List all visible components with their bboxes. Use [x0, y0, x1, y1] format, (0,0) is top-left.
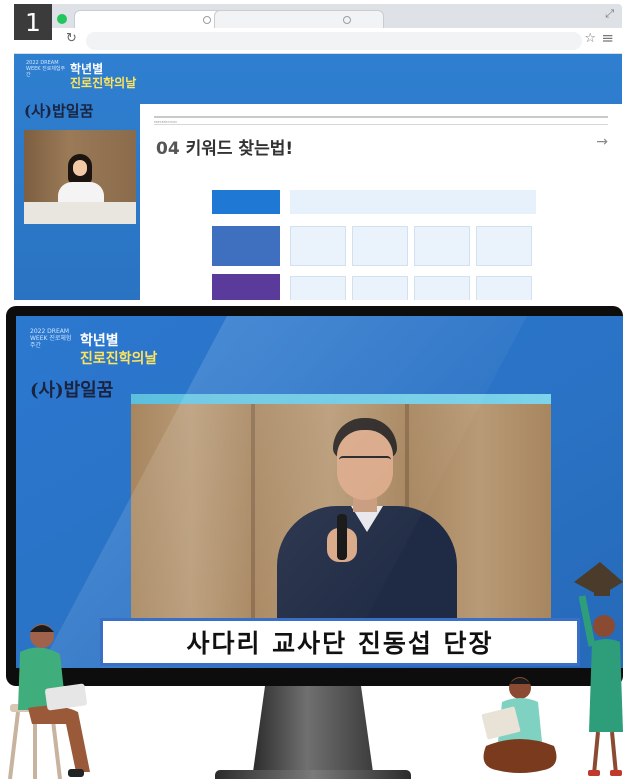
- diagram-cell: [414, 276, 470, 300]
- event-brand: 2022 DREAM WEEK 진로체험주간 학년별 진로진학의날: [30, 328, 180, 374]
- slide-title-text: 키워드 찾는법!: [185, 139, 294, 159]
- diagram-cell: [476, 226, 532, 266]
- event-title-line1: 학년별: [80, 333, 119, 349]
- diagram-box: [212, 274, 280, 300]
- diagram-cell: [352, 226, 408, 266]
- org-name: (사)밥일꿈: [30, 380, 114, 401]
- camera-desk: [24, 202, 136, 224]
- monitor-base: [215, 770, 411, 779]
- expand-icon[interactable]: ⤢: [605, 7, 614, 21]
- step-number-badge: 1: [14, 4, 52, 40]
- browser-window: ⤢ ↻ ☆ ≡ 2022 DREAM WEEK 진로체험주간 학년별 진로진학의…: [14, 4, 622, 300]
- diagram-cell: [352, 276, 408, 300]
- illustration: ⤢ ↻ ☆ ≡ 2022 DREAM WEEK 진로체험주간 학년별 진로진학의…: [0, 0, 623, 779]
- star-icon[interactable]: ☆: [584, 31, 596, 46]
- event-title-line2: 진로진학의날: [80, 351, 158, 367]
- arrow-right-icon: →: [596, 134, 608, 150]
- browser-tab-active[interactable]: [74, 10, 224, 28]
- tab-close-icon[interactable]: [203, 16, 211, 24]
- event-logo: 2022 DREAM WEEK 진로체험주간: [26, 60, 66, 78]
- diagram-cell: [290, 276, 346, 300]
- diagram-box: [212, 226, 280, 266]
- presenter-camera: [24, 130, 136, 224]
- presentation-slide: PRESENTATION 04 키워드 찾는법! →: [140, 104, 622, 300]
- graduate-figure: [574, 562, 623, 776]
- status-dot: [57, 14, 67, 24]
- caption-text: 사다리 교사단 진동섭 단장: [186, 629, 494, 658]
- diagram-cell: [414, 226, 470, 266]
- tab-strip: ⤢: [14, 4, 622, 28]
- person-reading-figure: [481, 677, 557, 773]
- slide-number: 04: [156, 139, 180, 159]
- person-with-laptop-figure: [8, 624, 90, 779]
- event-title-line2: 진로진학의날: [70, 76, 137, 90]
- speaker-caption: 사다리 교사단 진동섭 단장: [100, 618, 580, 666]
- address-bar[interactable]: [86, 32, 582, 50]
- diagram-cell: [476, 276, 532, 300]
- reload-icon[interactable]: ↻: [66, 31, 77, 46]
- diagram-box: [212, 190, 280, 214]
- slide-title: 04 키워드 찾는법!: [156, 134, 293, 159]
- org-name: (사)밥일꿈: [24, 102, 94, 120]
- stream-viewport: 2022 DREAM WEEK 진로체험주간 학년별 진로진학의날 (사)밥일꿈…: [14, 54, 622, 300]
- event-logo: 2022 DREAM WEEK 진로체험주간: [30, 328, 72, 349]
- tab-close-icon[interactable]: [343, 16, 351, 24]
- diagram-box: [290, 190, 536, 214]
- menu-icon[interactable]: ≡: [601, 29, 614, 47]
- browser-toolbar: ↻ ☆ ≡: [14, 28, 622, 54]
- slide-diagram: [212, 190, 538, 300]
- diagram-cell: [290, 226, 346, 266]
- browser-tab[interactable]: [214, 10, 384, 28]
- monitor-stand: [253, 686, 373, 772]
- event-brand: 2022 DREAM WEEK 진로체험주간 학년별 진로진학의날: [26, 60, 146, 94]
